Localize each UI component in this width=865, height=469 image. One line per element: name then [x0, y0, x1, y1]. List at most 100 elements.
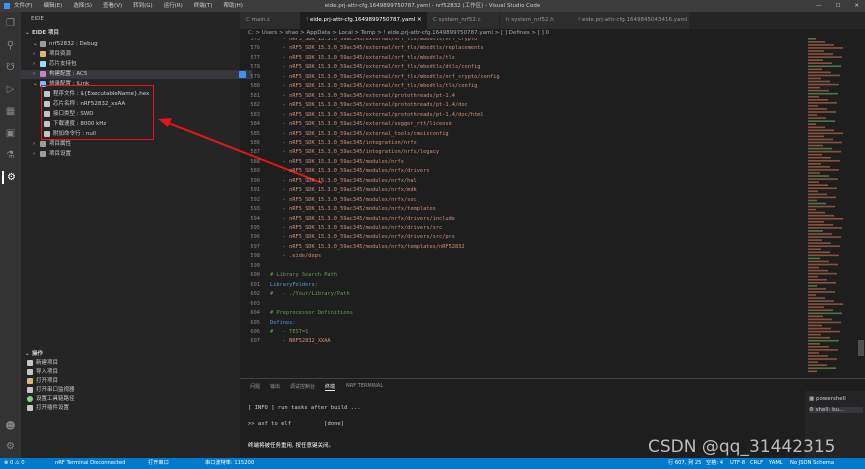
code-line: - nRF5_SDK_15.3.0_59ac345/external/proto… [270, 92, 455, 99]
line-number: 576 [250, 45, 260, 52]
minimap-line [808, 95, 819, 98]
tab-system-nrf52-c[interactable]: C system_nrf52.c [427, 12, 500, 29]
status-encoding[interactable]: UTF-8 [730, 458, 745, 469]
terminal-item-powershell[interactable]: ▦ powershell [809, 396, 846, 402]
line-number: 585 [250, 130, 260, 137]
code-line: - nRF5_SDK_15.3.0_59ac345/external/proto… [270, 102, 468, 109]
code-line: - nRF5_SDK_15.3.0_59ac345/external/nrf_t… [270, 73, 500, 80]
code-line: - nRF5_SDK_15.3.0_59ac345/modules/nrfx/s… [270, 196, 417, 203]
terminal-item-label: shell: bu... [815, 407, 845, 413]
minimap-line [808, 50, 824, 52]
minimap-line [808, 370, 817, 373]
minimap-line [808, 309, 833, 312]
minimap-line [808, 208, 816, 211]
panel-tab-nrf-terminal[interactable]: NRF TERMINAL [346, 383, 383, 389]
tab-label: system_nrf52.c [438, 17, 481, 23]
minimap-line [808, 65, 841, 68]
code-line: - nRF5_SDK_15.3.0_59ac345/modules/nrfx/t… [270, 206, 436, 213]
code-editor[interactable]: 575 - nRF5_SDK_15.3.0_59ac345/external/n… [240, 38, 805, 378]
code-line: Defines: [270, 319, 296, 326]
line-number: 593 [250, 206, 260, 213]
line-number: 600 [250, 272, 260, 279]
minimap-line [808, 38, 816, 40]
minimap[interactable] [806, 38, 856, 378]
minimap-line [808, 150, 841, 153]
editor-scrollbar[interactable] [856, 38, 865, 378]
minimap-line [808, 364, 827, 366]
line-number: 580 [250, 83, 260, 90]
minimap-line [808, 355, 828, 357]
code-line: LibraryFolders: [270, 281, 318, 288]
panel-tab-problems[interactable]: 问题 [250, 383, 260, 390]
minimap-line [808, 346, 829, 348]
panel-tab-output[interactable]: 输出 [270, 383, 280, 390]
minimap-line [808, 239, 822, 241]
code-line: - NRF52832_XXAA [270, 338, 331, 345]
code-line: - nRF5_SDK_15.3.0_59ac345/external/nrf_t… [270, 64, 481, 71]
minimap-line [808, 236, 841, 238]
status-open-serial[interactable]: 打开串口 [148, 458, 169, 469]
panel-tab-terminal[interactable]: 终端 [325, 383, 336, 391]
status-problems[interactable]: ⊗ 0 ⚠ 0 [4, 458, 25, 469]
minimap-line [808, 175, 829, 177]
status-cursor-position[interactable]: 行 607, 列 25 [668, 458, 701, 469]
terminal-item-shell[interactable]: ⚙ shell: bu... [809, 407, 863, 413]
minimap-line [808, 248, 821, 251]
status-language[interactable]: YAML [769, 458, 783, 469]
minimap-line [808, 147, 832, 150]
minimap-line [808, 92, 838, 95]
minimap-line [808, 169, 839, 171]
line-number: 595 [250, 225, 260, 231]
status-eol[interactable]: CRLF [750, 458, 763, 469]
minimap-line [808, 303, 843, 305]
minimap-line [808, 190, 818, 193]
minimap-line [808, 339, 839, 342]
minimap-line [808, 278, 827, 281]
terminal-line-reuse: 终端将被任务重用, 按任意键关闭。 [248, 443, 334, 449]
line-number: 601 [250, 281, 260, 288]
minimap-line [808, 108, 827, 110]
minimap-line [808, 181, 819, 183]
minimap-line [808, 126, 825, 129]
minimap-line [808, 224, 833, 226]
minimap-line [808, 156, 831, 159]
minimap-line [808, 59, 823, 61]
code-line: - nRF5_SDK_15.3.0_59ac345/modules/nrfx [270, 158, 404, 165]
status-nrf-terminal[interactable]: nRF Terminal Disconnected [55, 458, 125, 469]
minimap-line [808, 99, 828, 101]
breadcrumb[interactable]: C: > Users > shao > AppData > Local > Te… [240, 29, 865, 38]
minimap-line [808, 123, 816, 125]
minimap-line [808, 294, 816, 296]
line-number: 603 [250, 300, 260, 307]
minimap-line [808, 68, 822, 71]
minimap-line [808, 233, 832, 235]
minimap-line [808, 352, 819, 354]
panel-tab-debug-console[interactable]: 调试控制台 [290, 383, 315, 390]
minimap-line [808, 74, 840, 77]
tab-eide-yaml-active[interactable]: ! eide.prj-attr-cfg.1649899750787.yaml ✕ [300, 12, 428, 29]
status-json-schema[interactable]: No JSON Schema [790, 458, 834, 469]
status-bar: ⊗ 0 ⚠ 0 nRF Terminal Disconnected 打开串口 串… [0, 458, 865, 469]
code-line: - nRF5_SDK_15.3.0_59ac345/modules/nrfx/h… [270, 177, 417, 184]
tab-label: eide.prj-attr-cfg.1649845043416.yaml [581, 17, 688, 23]
tab-main-c[interactable]: C main.c [240, 12, 307, 29]
minimap-line [808, 245, 840, 247]
minimap-line [808, 358, 837, 360]
minimap-line [808, 47, 843, 49]
minimap-line [808, 315, 823, 318]
minimap-line [808, 214, 834, 217]
status-indent[interactable]: 空格: 4 [706, 458, 723, 469]
tab-eide-yaml-old[interactable]: ! eide.prj-attr-cfg.1649845043416.yaml [572, 12, 690, 29]
scrollbar-thumb[interactable] [858, 340, 864, 356]
tab-system-nrf52-h[interactable]: h system_nrf52.h [500, 12, 573, 29]
status-baudrate[interactable]: 串口波特率: 115200 [205, 458, 254, 469]
code-line: - nRF5_SDK_15.3.0_59ac345/external/nrf_t… [270, 38, 478, 42]
line-number: 590 [250, 177, 260, 184]
minimap-line [808, 141, 842, 144]
minimap-line [808, 269, 828, 272]
code-line: - nRF5_SDK_15.3.0_59ac345/integration/nr… [270, 149, 440, 156]
line-number: 581 [250, 92, 260, 99]
minimap-line [808, 336, 830, 339]
close-icon[interactable]: ✕ [417, 17, 422, 23]
minimap-line [808, 178, 838, 180]
